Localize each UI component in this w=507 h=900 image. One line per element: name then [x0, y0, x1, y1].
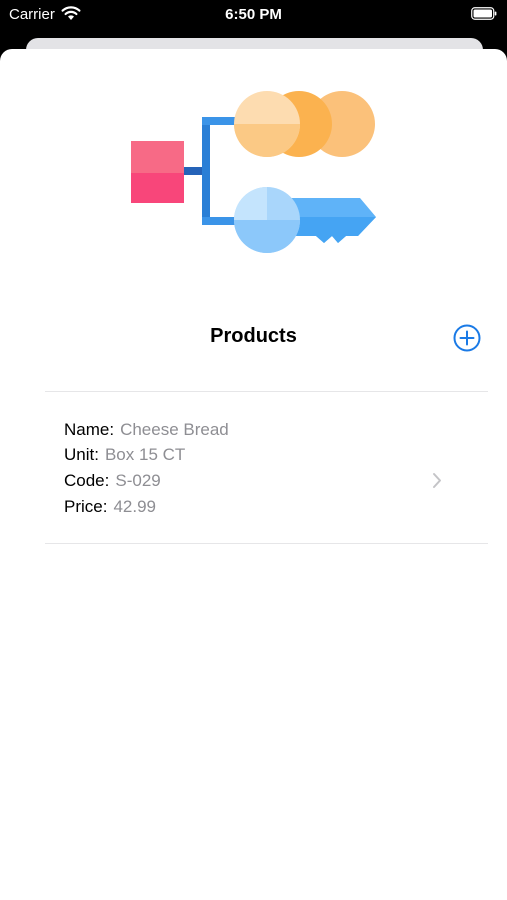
unit-value: Box 15 CT	[104, 445, 186, 464]
status-bar: Carrier 6:50 PM	[0, 0, 507, 30]
price-label: Price:	[64, 497, 108, 516]
code-value: S-029	[115, 471, 161, 490]
page-title: Products	[210, 325, 297, 347]
battery-icon	[471, 7, 497, 20]
product-unit-field: Unit: Box 15 CT	[64, 445, 185, 465]
product-price-field: Price: 42.99	[64, 497, 156, 517]
list-divider-bottom	[45, 543, 488, 544]
name-value: Cheese Bread	[120, 420, 229, 439]
price-value: 42.99	[113, 497, 157, 516]
product-name-field: Name: Cheese Bread	[64, 420, 229, 440]
name-label: Name:	[64, 420, 115, 439]
status-time: 6:50 PM	[225, 6, 282, 23]
chevron-right-icon	[433, 473, 441, 488]
product-list-item[interactable]: Name: Cheese Bread Unit: Box 15 CT Code: S-…	[45, 392, 488, 543]
unit-label: Unit:	[64, 445, 99, 464]
code-label: Code:	[64, 471, 110, 490]
add-product-button[interactable]	[453, 324, 481, 352]
products-sheet: Products Name: Cheese Bread Unit: Box 15 C…	[0, 49, 507, 900]
key-hierarchy-illustration	[131, 91, 376, 253]
product-code-field: Code: S-029	[64, 471, 161, 491]
